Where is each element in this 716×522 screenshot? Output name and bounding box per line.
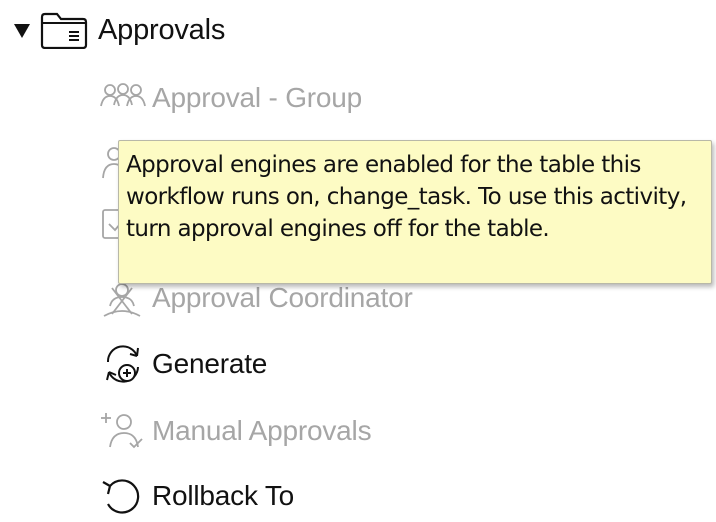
activity-label: Manual Approvals: [152, 415, 372, 446]
triangle-down-icon[interactable]: [14, 24, 30, 38]
activity-manual-approvals[interactable]: Manual Approvals: [100, 405, 372, 457]
activity-label: Rollback To: [152, 480, 295, 511]
folder-label: Approvals: [98, 13, 226, 46]
add-person-icon: [100, 409, 152, 453]
activity-generate[interactable]: Generate: [100, 338, 267, 390]
activity-rollback-to[interactable]: Rollback To: [100, 470, 294, 522]
people-group-icon: [100, 76, 152, 120]
activity-label: Generate: [152, 348, 268, 379]
activity-label: Approval - Group: [152, 82, 363, 113]
rollback-icon: [100, 474, 152, 518]
activity-approval-group[interactable]: Approval - Group: [100, 72, 362, 124]
folder-icon: [40, 11, 88, 50]
approvals-folder[interactable]: Approvals: [14, 8, 225, 52]
approval-engine-tooltip: Approval engines are enabled for the tab…: [118, 140, 712, 284]
generate-cycle-icon: [100, 342, 152, 386]
activity-label: Approval Coordinator: [152, 282, 413, 313]
